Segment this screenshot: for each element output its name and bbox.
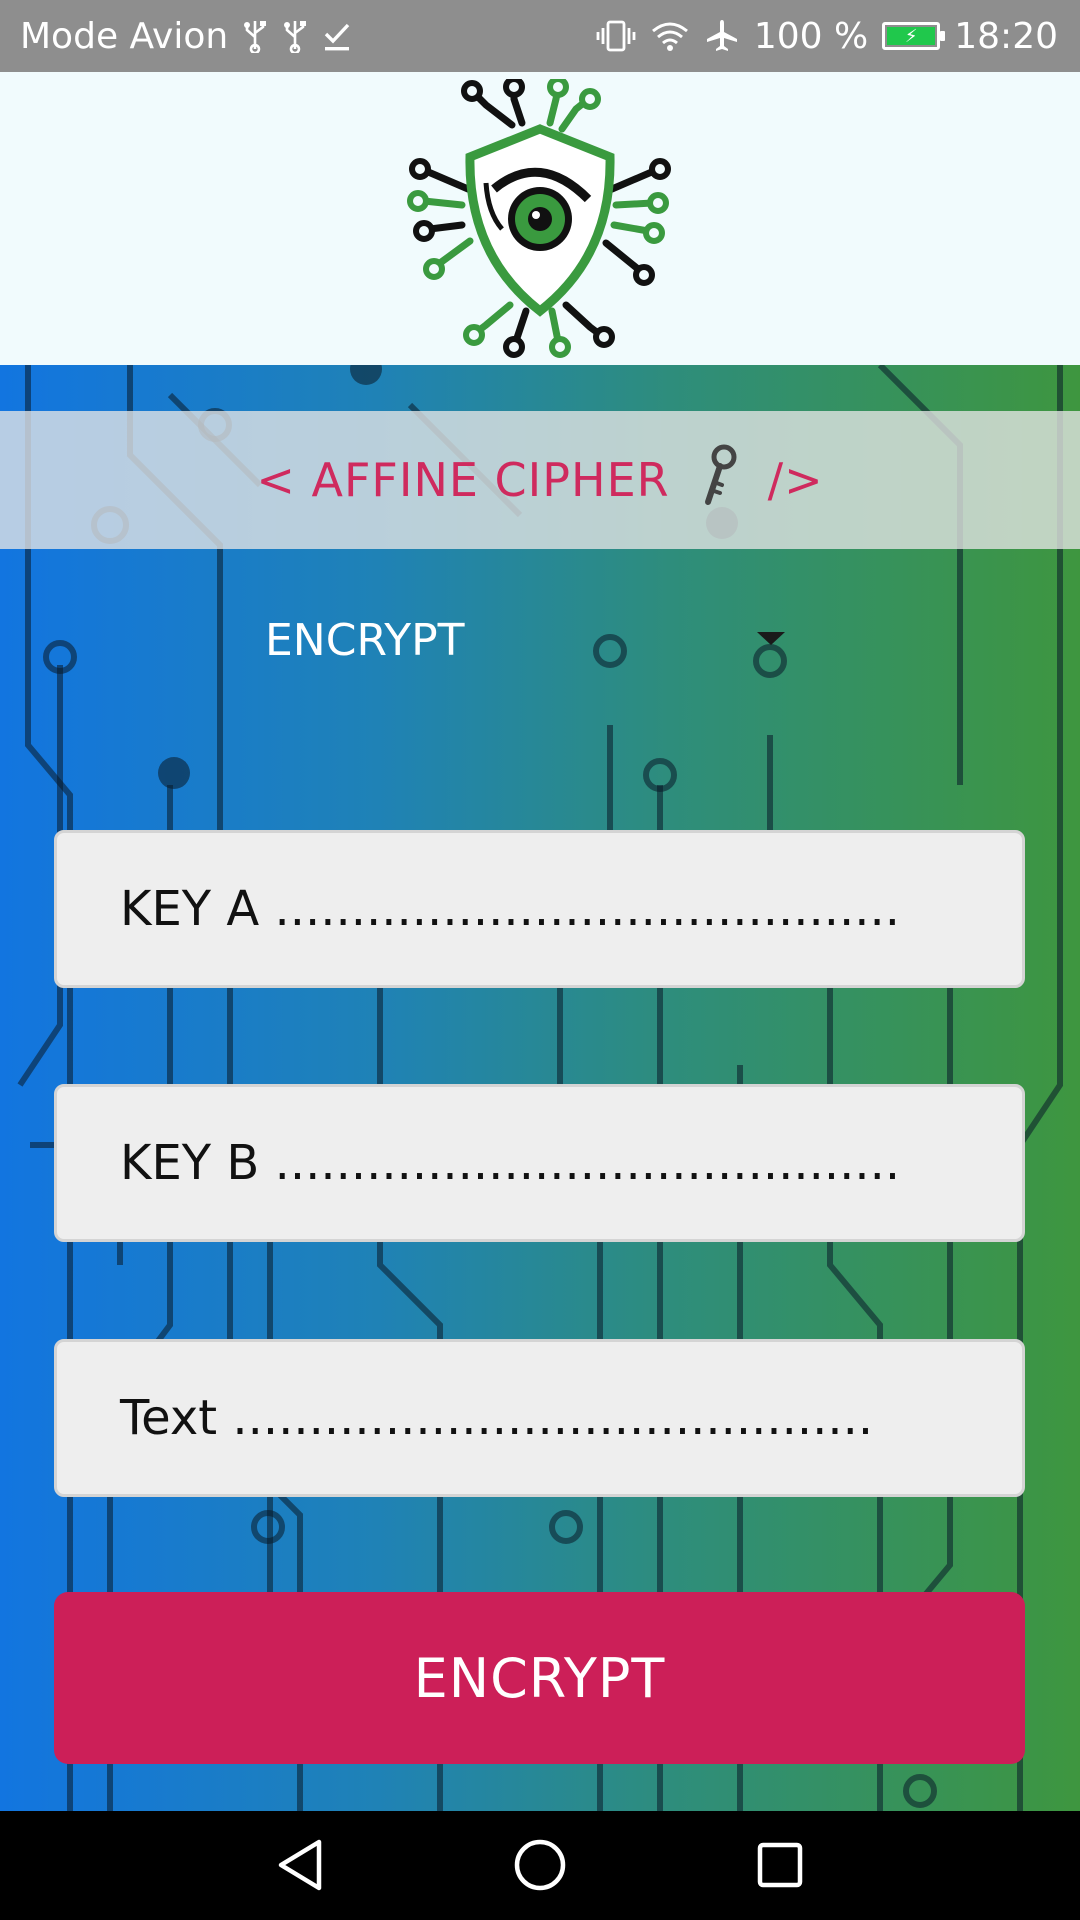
status-left: Mode Avion bbox=[20, 16, 352, 57]
text-field[interactable]: Text ...................................… bbox=[54, 1339, 1025, 1497]
key-b-hint: KEY B ..................................… bbox=[120, 1135, 901, 1191]
title-close: /> bbox=[767, 453, 824, 507]
airplane-icon bbox=[704, 18, 740, 54]
logo-header bbox=[0, 72, 1080, 365]
main-content: < AFFINE CIPHER /> ENCRYPT KEY A .......… bbox=[0, 365, 1080, 1811]
status-right: 100 % ⚡ 18:20 bbox=[596, 16, 1058, 57]
home-icon[interactable] bbox=[510, 1835, 570, 1895]
airplane-mode-label: Mode Avion bbox=[20, 15, 229, 57]
eye-shield-circuit-logo bbox=[407, 78, 671, 358]
encrypt-button[interactable]: ENCRYPT bbox=[54, 1592, 1025, 1764]
clock: 18:20 bbox=[954, 15, 1058, 57]
wifi-icon bbox=[650, 19, 690, 53]
key-a-hint: KEY A ..................................… bbox=[120, 881, 901, 937]
encrypt-button-label: ENCRYPT bbox=[413, 1646, 666, 1710]
title-banner: < AFFINE CIPHER /> bbox=[0, 411, 1080, 549]
usb-icon bbox=[282, 19, 308, 53]
key-icon bbox=[696, 444, 742, 517]
mode-dropdown-value: ENCRYPT bbox=[265, 614, 465, 666]
status-bar: Mode Avion 100 % ⚡ 18:20 bbox=[0, 0, 1080, 72]
recents-icon[interactable] bbox=[750, 1835, 810, 1895]
battery-charging-icon: ⚡ bbox=[882, 22, 946, 50]
vibrate-icon bbox=[596, 19, 636, 53]
title-open: < AFFINE CIPHER bbox=[256, 453, 670, 507]
back-icon[interactable] bbox=[270, 1835, 330, 1895]
mode-dropdown[interactable]: ENCRYPT bbox=[265, 605, 785, 675]
battery-percent: 100 % bbox=[753, 15, 869, 57]
navigation-bar bbox=[0, 1811, 1080, 1920]
charging-bolt-icon: ⚡ bbox=[904, 25, 918, 47]
dropdown-arrow-icon bbox=[757, 632, 785, 645]
key-b-field[interactable]: KEY B ..................................… bbox=[54, 1084, 1025, 1242]
text-hint: Text ...................................… bbox=[120, 1390, 874, 1446]
key-a-field[interactable]: KEY A ..................................… bbox=[54, 830, 1025, 988]
usb-icon bbox=[242, 19, 268, 53]
download-done-icon bbox=[322, 20, 352, 52]
